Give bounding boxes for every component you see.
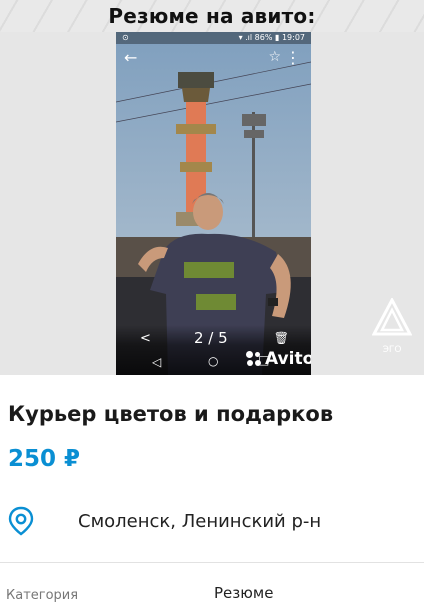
- star-icon[interactable]: ☆: [268, 49, 281, 65]
- back-arrow-icon[interactable]: ←: [124, 48, 137, 67]
- meme-banner: Резюме на авито:: [0, 0, 424, 32]
- phone-status-bar: ⊙ ▾ .ıl 86% ▮ 19:07: [116, 32, 311, 44]
- listing-location[interactable]: Смоленск, Ленинский р-н: [78, 511, 321, 532]
- notification-icon: ⊙: [122, 33, 129, 42]
- gallery-controls: < 2 / 5 🗑 ◁ ○ □ Avito: [116, 325, 311, 375]
- banner-title: Резюме на авито:: [108, 4, 316, 28]
- spec-category-label: Категория: [6, 588, 79, 603]
- nav-back-icon[interactable]: ◁: [152, 355, 161, 369]
- avito-logo: Avito: [246, 349, 311, 369]
- spec-category-value: Резюме: [214, 584, 274, 602]
- divider: [0, 562, 424, 563]
- location-pin-icon: [8, 506, 34, 540]
- photo-counter: 2 / 5: [194, 329, 228, 347]
- avito-brand-label: Avito: [265, 349, 311, 369]
- avito-dots-icon: [246, 351, 262, 367]
- phone-app-bar: ← ☆ ⋮: [116, 44, 311, 72]
- phone-screenshot: ⊙ ▾ .ıl 86% ▮ 19:07 ← ☆ ⋮ < 2 / 5 🗑 ◁ ○ …: [116, 32, 311, 375]
- status-indicators: ▾ .ıl 86% ▮ 19:07: [238, 33, 305, 42]
- nav-home-icon[interactable]: ○: [208, 354, 218, 368]
- more-icon[interactable]: ⋮: [285, 48, 301, 67]
- listing-title: Курьер цветов и подарков: [8, 402, 334, 426]
- triangle-logo-icon: [371, 296, 413, 336]
- share-icon[interactable]: <: [140, 331, 151, 346]
- listing-price: 250 ₽: [8, 446, 81, 472]
- watermark-label: ЭГО: [382, 345, 402, 355]
- photo-scene: [116, 32, 311, 375]
- ego-watermark: ЭГО: [371, 296, 413, 356]
- trash-icon[interactable]: 🗑: [274, 331, 289, 345]
